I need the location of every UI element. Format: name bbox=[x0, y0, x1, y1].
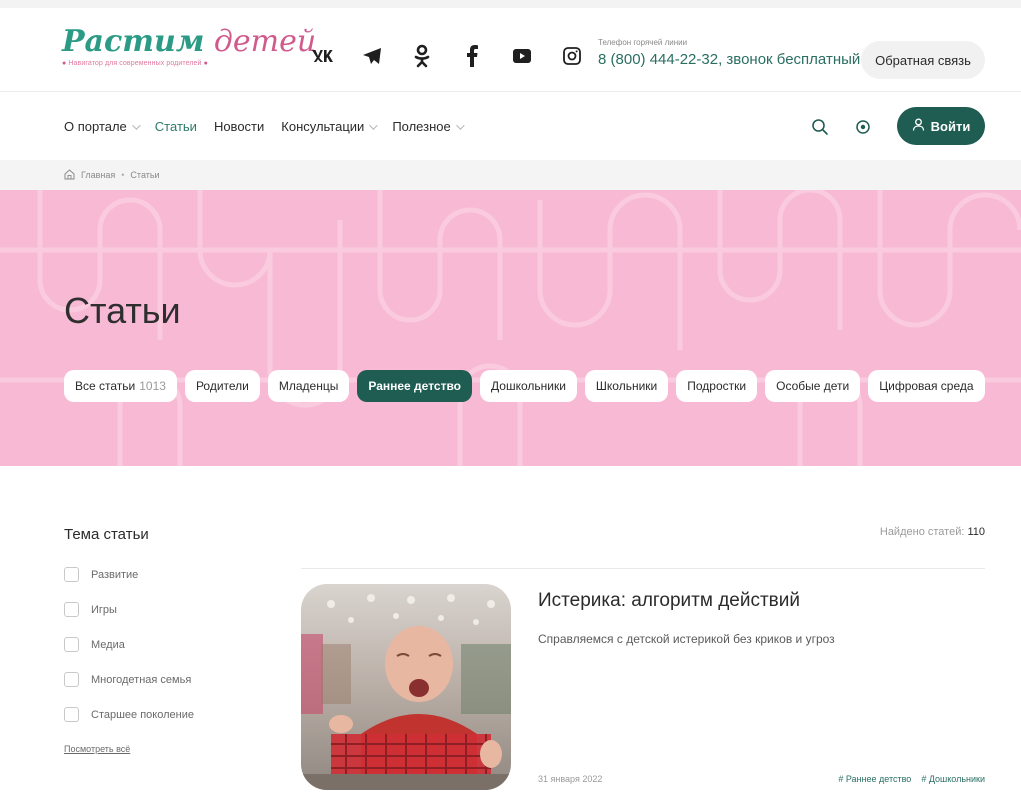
filter-chip-preschoolers[interactable]: Дошкольники bbox=[480, 370, 577, 402]
facebook-icon[interactable] bbox=[460, 44, 484, 68]
filter-chip-schoolchildren[interactable]: Школьники bbox=[584, 370, 669, 402]
articles-count: 1013 bbox=[139, 379, 166, 393]
topic-checkbox-item[interactable]: Многодетная семья bbox=[64, 662, 264, 697]
topic-filter-sidebar: Тема статьи Развитие Игры Медиа Многодет… bbox=[64, 526, 264, 757]
breadcrumb: Главная • Статьи bbox=[0, 160, 1021, 190]
logo-tagline: ● Навигатор для современных родителей ● bbox=[62, 60, 208, 67]
hotline-label: Телефон горячей линии bbox=[598, 38, 688, 47]
breadcrumb-separator: • bbox=[121, 170, 125, 180]
article-description: Справляемся с детской истерикой без крик… bbox=[538, 632, 835, 646]
site-logo[interactable]: Растим детей ● Навигатор для современных… bbox=[62, 24, 317, 68]
chevron-down-icon bbox=[131, 120, 141, 130]
chevron-down-icon bbox=[455, 120, 465, 130]
article-date: 31 января 2022 bbox=[538, 774, 603, 784]
article-tag[interactable]: # Раннее детство bbox=[838, 774, 911, 784]
telegram-icon[interactable] bbox=[360, 44, 384, 68]
vk-icon[interactable] bbox=[310, 44, 334, 68]
page-title: Статьи bbox=[64, 290, 181, 331]
age-filter-chips: Все статьи 1013 Родители Младенцы Раннее … bbox=[64, 370, 985, 402]
top-bar: Растим детей ● Навигатор для современных… bbox=[0, 0, 1021, 92]
article-tags: # Раннее детство # Дошкольники bbox=[838, 774, 985, 784]
topic-checkbox-item[interactable]: Развитие bbox=[64, 557, 264, 592]
eye-icon[interactable] bbox=[855, 119, 871, 140]
breadcrumb-current: Статьи bbox=[130, 170, 160, 180]
instagram-icon[interactable] bbox=[560, 44, 584, 68]
checkbox[interactable] bbox=[64, 672, 79, 687]
article-tag[interactable]: # Дошкольники bbox=[921, 774, 985, 784]
topic-checkbox-item[interactable]: Медиа bbox=[64, 627, 264, 662]
hero-banner: Статьи Все статьи 1013 Родители Младенцы … bbox=[0, 190, 1021, 466]
results-divider bbox=[301, 568, 985, 569]
results-count: Найдено статей: 110 bbox=[879, 526, 985, 538]
nav-item-consultations[interactable]: Консультации bbox=[281, 119, 378, 134]
hotline: Телефон горячей линии 8 (800) 444-22-32,… bbox=[598, 38, 860, 68]
breadcrumb-home[interactable]: Главная bbox=[81, 170, 115, 180]
social-links bbox=[310, 44, 584, 68]
filter-chip-infants[interactable]: Младенцы bbox=[267, 370, 350, 402]
nav-item-about[interactable]: О портале bbox=[64, 119, 141, 134]
topic-filter-title: Тема статьи bbox=[64, 526, 149, 543]
filter-chip-special-children[interactable]: Особые дети bbox=[765, 370, 861, 402]
checkbox[interactable] bbox=[64, 637, 79, 652]
filter-chip-digital-environment[interactable]: Цифровая среда bbox=[868, 370, 985, 402]
nav-item-articles[interactable]: Статьи bbox=[155, 119, 197, 134]
youtube-icon[interactable] bbox=[510, 44, 534, 68]
checkbox[interactable] bbox=[64, 602, 79, 617]
odnoklassniki-icon[interactable] bbox=[410, 44, 434, 68]
filter-chip-teenagers[interactable]: Подростки bbox=[676, 370, 758, 402]
feedback-button[interactable]: Обратная связь bbox=[861, 41, 985, 79]
main-nav-bar: О портале Статьи Новости Консультации По… bbox=[0, 92, 1021, 160]
nav-item-news[interactable]: Новости bbox=[214, 119, 264, 134]
filter-chip-early-childhood[interactable]: Раннее детство bbox=[357, 370, 473, 402]
topic-checkbox-item[interactable]: Игры bbox=[64, 592, 264, 627]
main-nav: О портале Статьи Новости Консультации По… bbox=[64, 119, 479, 134]
login-button[interactable]: Войти bbox=[897, 107, 985, 145]
checkbox[interactable] bbox=[64, 567, 79, 582]
nav-item-useful[interactable]: Полезное bbox=[392, 119, 465, 134]
article-thumbnail[interactable] bbox=[301, 584, 511, 790]
logo-wordmark: Растим детей bbox=[62, 24, 317, 59]
user-icon bbox=[912, 118, 925, 134]
home-icon[interactable] bbox=[64, 168, 75, 182]
filter-chip-all[interactable]: Все статьи 1013 bbox=[64, 370, 177, 402]
see-all-topics-link[interactable]: Посмотреть всё bbox=[64, 744, 130, 754]
checkbox[interactable] bbox=[64, 707, 79, 722]
article-title[interactable]: Истерика: алгоритм действий bbox=[538, 590, 800, 612]
topic-checkbox-list: Развитие Игры Медиа Многодетная семья Ст… bbox=[64, 557, 264, 732]
search-icon[interactable] bbox=[811, 118, 829, 141]
hotline-phone[interactable]: 8 (800) 444-22-32, звонок бесплатный bbox=[598, 51, 860, 68]
topic-checkbox-item[interactable]: Старшее поколение bbox=[64, 697, 264, 732]
chevron-down-icon bbox=[369, 120, 378, 130]
filter-chip-parents[interactable]: Родители bbox=[184, 370, 260, 402]
